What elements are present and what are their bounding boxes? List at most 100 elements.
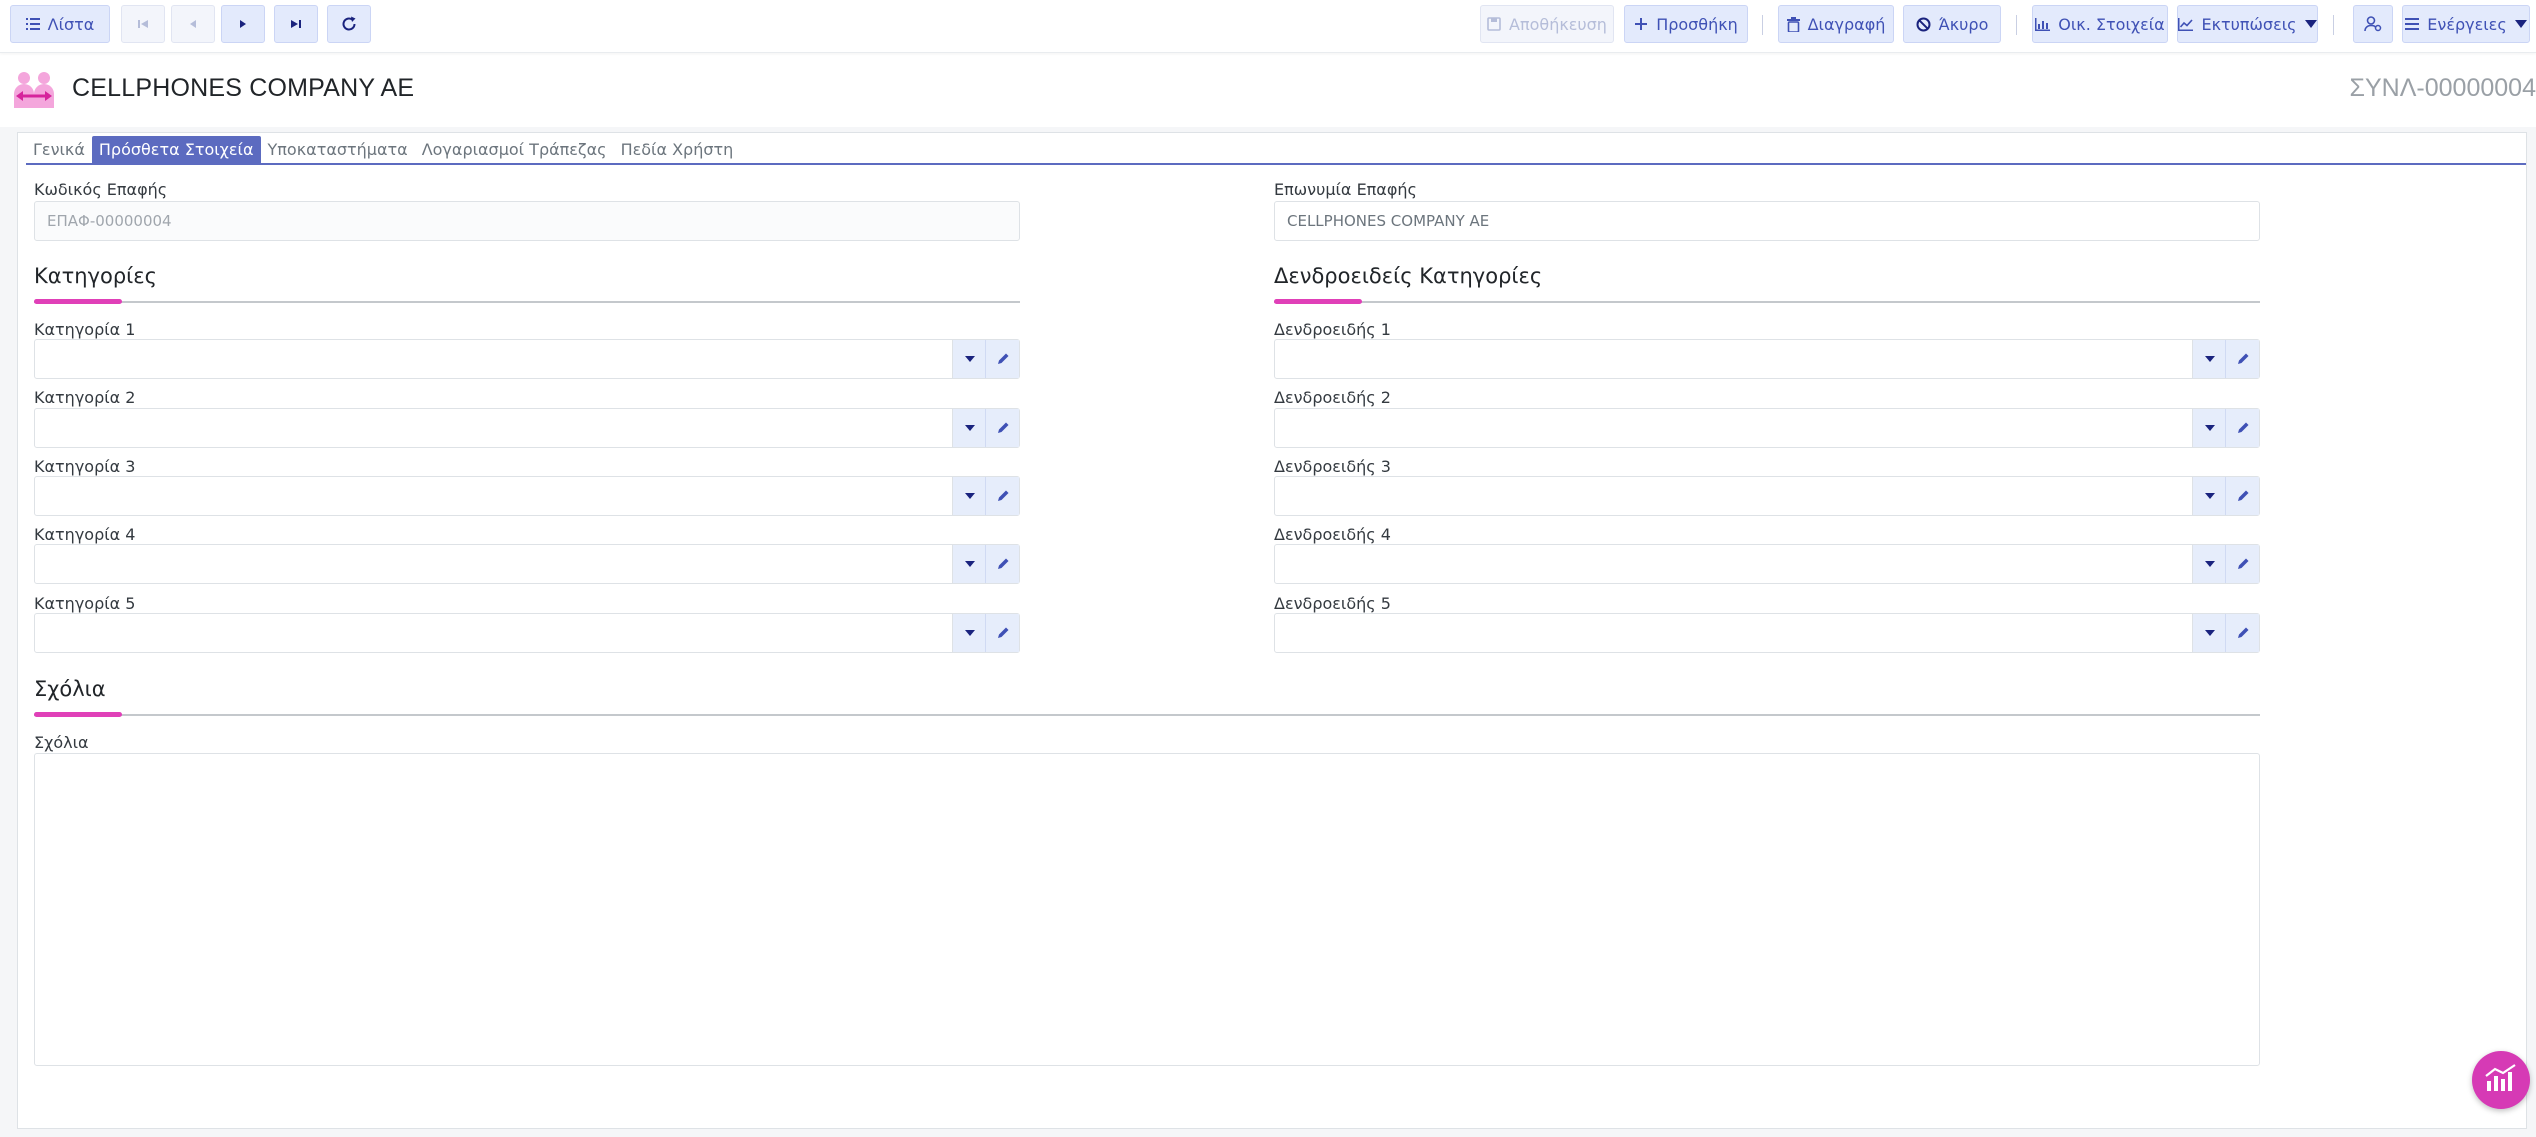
plus-icon bbox=[1634, 17, 1648, 31]
add-button[interactable]: Προσθήκη bbox=[1624, 5, 1748, 43]
pencil-icon[interactable] bbox=[2225, 545, 2259, 583]
tree-category-3-label: Δενδροειδής 3 bbox=[1274, 457, 1391, 476]
contact-name-label: Επωνυμία Επαφής bbox=[1274, 180, 1417, 199]
pencil-icon[interactable] bbox=[985, 614, 1019, 652]
comments-section-divider bbox=[34, 714, 2260, 716]
refresh-button[interactable] bbox=[327, 5, 371, 43]
list-button-label: Λίστα bbox=[47, 14, 95, 34]
toolbar-divider bbox=[1762, 15, 1763, 35]
comments-section-title: Σχόλια bbox=[34, 677, 106, 701]
pencil-icon[interactable] bbox=[985, 409, 1019, 447]
category-4-select[interactable] bbox=[34, 544, 1020, 584]
pencil-icon[interactable] bbox=[985, 477, 1019, 515]
contact-code-label: Κωδικός Επαφής bbox=[34, 180, 168, 199]
line-chart-icon bbox=[2178, 17, 2194, 31]
chevron-down-icon[interactable] bbox=[952, 545, 986, 583]
tree-categories-section-title: Δενδροειδείς Κατηγορίες bbox=[1274, 264, 1543, 288]
delete-button-label: Διαγραφή bbox=[1807, 14, 1886, 34]
chevron-down-icon[interactable] bbox=[952, 477, 986, 515]
page-title: CELLPHONES COMPANY AE bbox=[72, 74, 415, 102]
last-record-button[interactable] bbox=[274, 5, 318, 43]
category-1-select[interactable] bbox=[34, 339, 1020, 379]
financial-data-label: Οικ. Στοιχεία bbox=[2058, 14, 2165, 34]
tab-additional-info[interactable]: Πρόσθετα Στοιχεία bbox=[91, 136, 261, 164]
trash-icon bbox=[1786, 16, 1800, 32]
chevron-down-icon[interactable] bbox=[2192, 545, 2226, 583]
record-code: ΣΥΝΛ-00000004 bbox=[2349, 74, 2536, 102]
actions-dropdown-button[interactable]: Ενέργειες bbox=[2402, 5, 2530, 43]
chevron-down-icon[interactable] bbox=[2192, 340, 2226, 378]
cancel-button[interactable]: Άκυρο bbox=[1903, 5, 2001, 43]
caret-down-icon bbox=[2514, 20, 2527, 28]
caret-down-icon bbox=[2304, 20, 2317, 28]
categories-section-title: Κατηγορίες bbox=[34, 264, 157, 288]
category-3-label: Κατηγορία 3 bbox=[34, 457, 136, 476]
tab-bar: Γενικά Πρόσθετα Στοιχεία Υποκαταστήματα … bbox=[26, 136, 740, 164]
save-button[interactable]: Αποθήκευση bbox=[1480, 5, 1614, 43]
delete-button[interactable]: Διαγραφή bbox=[1778, 5, 1894, 43]
save-button-label: Αποθήκευση bbox=[1509, 14, 1607, 34]
add-button-label: Προσθήκη bbox=[1656, 14, 1738, 34]
contact-code-field[interactable]: ΕΠΑΦ-00000004 bbox=[34, 201, 1020, 241]
tree-category-3-select[interactable] bbox=[1274, 476, 2260, 516]
previous-record-icon bbox=[188, 18, 198, 30]
category-5-select[interactable] bbox=[34, 613, 1020, 653]
pencil-icon[interactable] bbox=[985, 340, 1019, 378]
pencil-icon[interactable] bbox=[2225, 477, 2259, 515]
actions-button-label: Ενέργειες bbox=[2427, 14, 2507, 34]
tree-category-1-select[interactable] bbox=[1274, 339, 2260, 379]
pencil-icon[interactable] bbox=[2225, 409, 2259, 447]
categories-section-divider bbox=[34, 301, 1020, 303]
ban-icon bbox=[1916, 17, 1931, 32]
pencil-icon[interactable] bbox=[985, 545, 1019, 583]
tree-category-5-label: Δενδροειδής 5 bbox=[1274, 594, 1391, 613]
tree-category-4-select[interactable] bbox=[1274, 544, 2260, 584]
next-record-button[interactable] bbox=[221, 5, 265, 43]
user-settings-icon bbox=[2364, 16, 2382, 32]
previous-record-button[interactable] bbox=[171, 5, 215, 43]
tree-category-4-label: Δενδροειδής 4 bbox=[1274, 525, 1391, 544]
tree-categories-section-divider bbox=[1274, 301, 2260, 303]
tab-underline bbox=[26, 163, 2526, 165]
tab-user-fields[interactable]: Πεδία Χρήστη bbox=[614, 136, 741, 164]
user-settings-button[interactable] bbox=[2353, 5, 2393, 43]
comments-label: Σχόλια bbox=[34, 733, 89, 752]
category-3-select[interactable] bbox=[34, 476, 1020, 516]
pencil-icon[interactable] bbox=[2225, 614, 2259, 652]
list-button[interactable]: Λίστα bbox=[10, 5, 110, 43]
cancel-button-label: Άκυρο bbox=[1938, 14, 1989, 34]
chevron-down-icon[interactable] bbox=[2192, 614, 2226, 652]
first-record-button[interactable] bbox=[121, 5, 165, 43]
category-2-select[interactable] bbox=[34, 408, 1020, 448]
tree-category-2-select[interactable] bbox=[1274, 408, 2260, 448]
analytics-fab-button[interactable] bbox=[2472, 1051, 2530, 1109]
tab-branches[interactable]: Υποκαταστήματα bbox=[261, 136, 415, 164]
financial-data-button[interactable]: Οικ. Στοιχεία bbox=[2032, 5, 2168, 43]
toolbar-divider bbox=[2016, 15, 2017, 35]
chevron-down-icon[interactable] bbox=[2192, 409, 2226, 447]
chevron-down-icon[interactable] bbox=[952, 340, 986, 378]
tab-bank-accounts[interactable]: Λογαριασμοί Τράπεζας bbox=[415, 136, 614, 164]
pencil-icon[interactable] bbox=[2225, 340, 2259, 378]
next-record-icon bbox=[238, 18, 248, 30]
comments-textarea[interactable] bbox=[34, 753, 2260, 1066]
prints-dropdown-button[interactable]: Εκτυπώσεις bbox=[2177, 5, 2318, 43]
tree-category-2-label: Δενδροειδής 2 bbox=[1274, 388, 1391, 407]
last-record-icon bbox=[290, 18, 302, 30]
tree-category-5-select[interactable] bbox=[1274, 613, 2260, 653]
comments-section-accent bbox=[34, 712, 122, 717]
category-1-label: Κατηγορία 1 bbox=[34, 320, 136, 339]
category-5-label: Κατηγορία 5 bbox=[34, 594, 136, 613]
chevron-down-icon[interactable] bbox=[2192, 477, 2226, 515]
toolbar-divider bbox=[2333, 15, 2334, 35]
chevron-down-icon[interactable] bbox=[952, 614, 986, 652]
chart-icon bbox=[2035, 17, 2051, 31]
toolbar: Λίστα Αποθήκευση Προσθήκη Διαγραφή Άκυρο… bbox=[0, 0, 2536, 53]
contact-name-field[interactable]: CELLPHONES COMPANY AE bbox=[1274, 201, 2260, 241]
contacts-logo-icon bbox=[10, 70, 60, 114]
prints-button-label: Εκτυπώσεις bbox=[2201, 14, 2297, 34]
tab-general[interactable]: Γενικά bbox=[26, 136, 92, 164]
save-icon bbox=[1487, 17, 1501, 31]
refresh-icon bbox=[340, 15, 358, 33]
chevron-down-icon[interactable] bbox=[952, 409, 986, 447]
